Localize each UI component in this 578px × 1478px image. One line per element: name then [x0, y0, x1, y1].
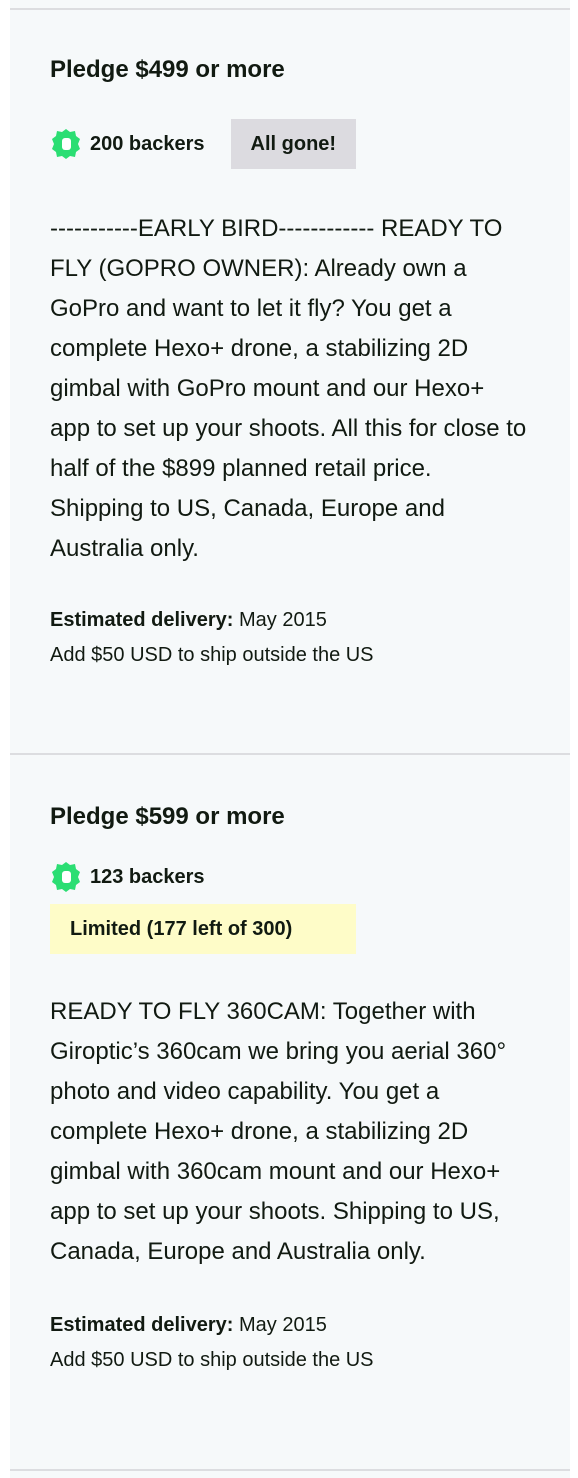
delivery-value: May 2015: [233, 1314, 327, 1336]
delivery-label: Estimated delivery:: [50, 1314, 234, 1336]
backers-label: 123 backers: [90, 865, 205, 888]
shipping-note: Add $50 USD to ship outside the US: [50, 1349, 374, 1371]
backer-badge-icon: [52, 129, 80, 159]
delivery-info: Estimated delivery: May 2015 Add $50 USD…: [50, 603, 540, 673]
shipping-note: Add $50 USD to ship outside the US: [50, 644, 374, 666]
backers-label: 200 backers: [90, 132, 205, 155]
delivery-value: May 2015: [233, 609, 327, 631]
reward-description: READY TO FLY 360CAM: Together with Girop…: [50, 998, 507, 1265]
reward-card-599[interactable]: Pledge $599 or more 123 backers Limited …: [50, 799, 540, 1378]
delivery-info: Estimated delivery: May 2015 Add $50 USD…: [50, 1308, 540, 1378]
backers-count: 123 backers: [50, 861, 540, 893]
all-gone-badge: All gone!: [230, 119, 357, 169]
divider: [10, 8, 570, 10]
pledge-title: Pledge $499 or more: [50, 56, 285, 83]
divider: [10, 1469, 570, 1471]
limited-badge: Limited (177 left of 300): [50, 904, 356, 954]
divider: [10, 753, 570, 755]
delivery-label: Estimated delivery:: [50, 609, 234, 631]
reward-description: -----------EARLY BIRD------------ READY …: [50, 215, 527, 562]
reward-card-499[interactable]: Pledge $499 or more 200 backers All gone…: [50, 52, 540, 673]
backer-badge-icon: [52, 862, 80, 892]
pledge-title: Pledge $599 or more: [50, 803, 285, 830]
backers-count: 200 backers: [50, 119, 205, 169]
